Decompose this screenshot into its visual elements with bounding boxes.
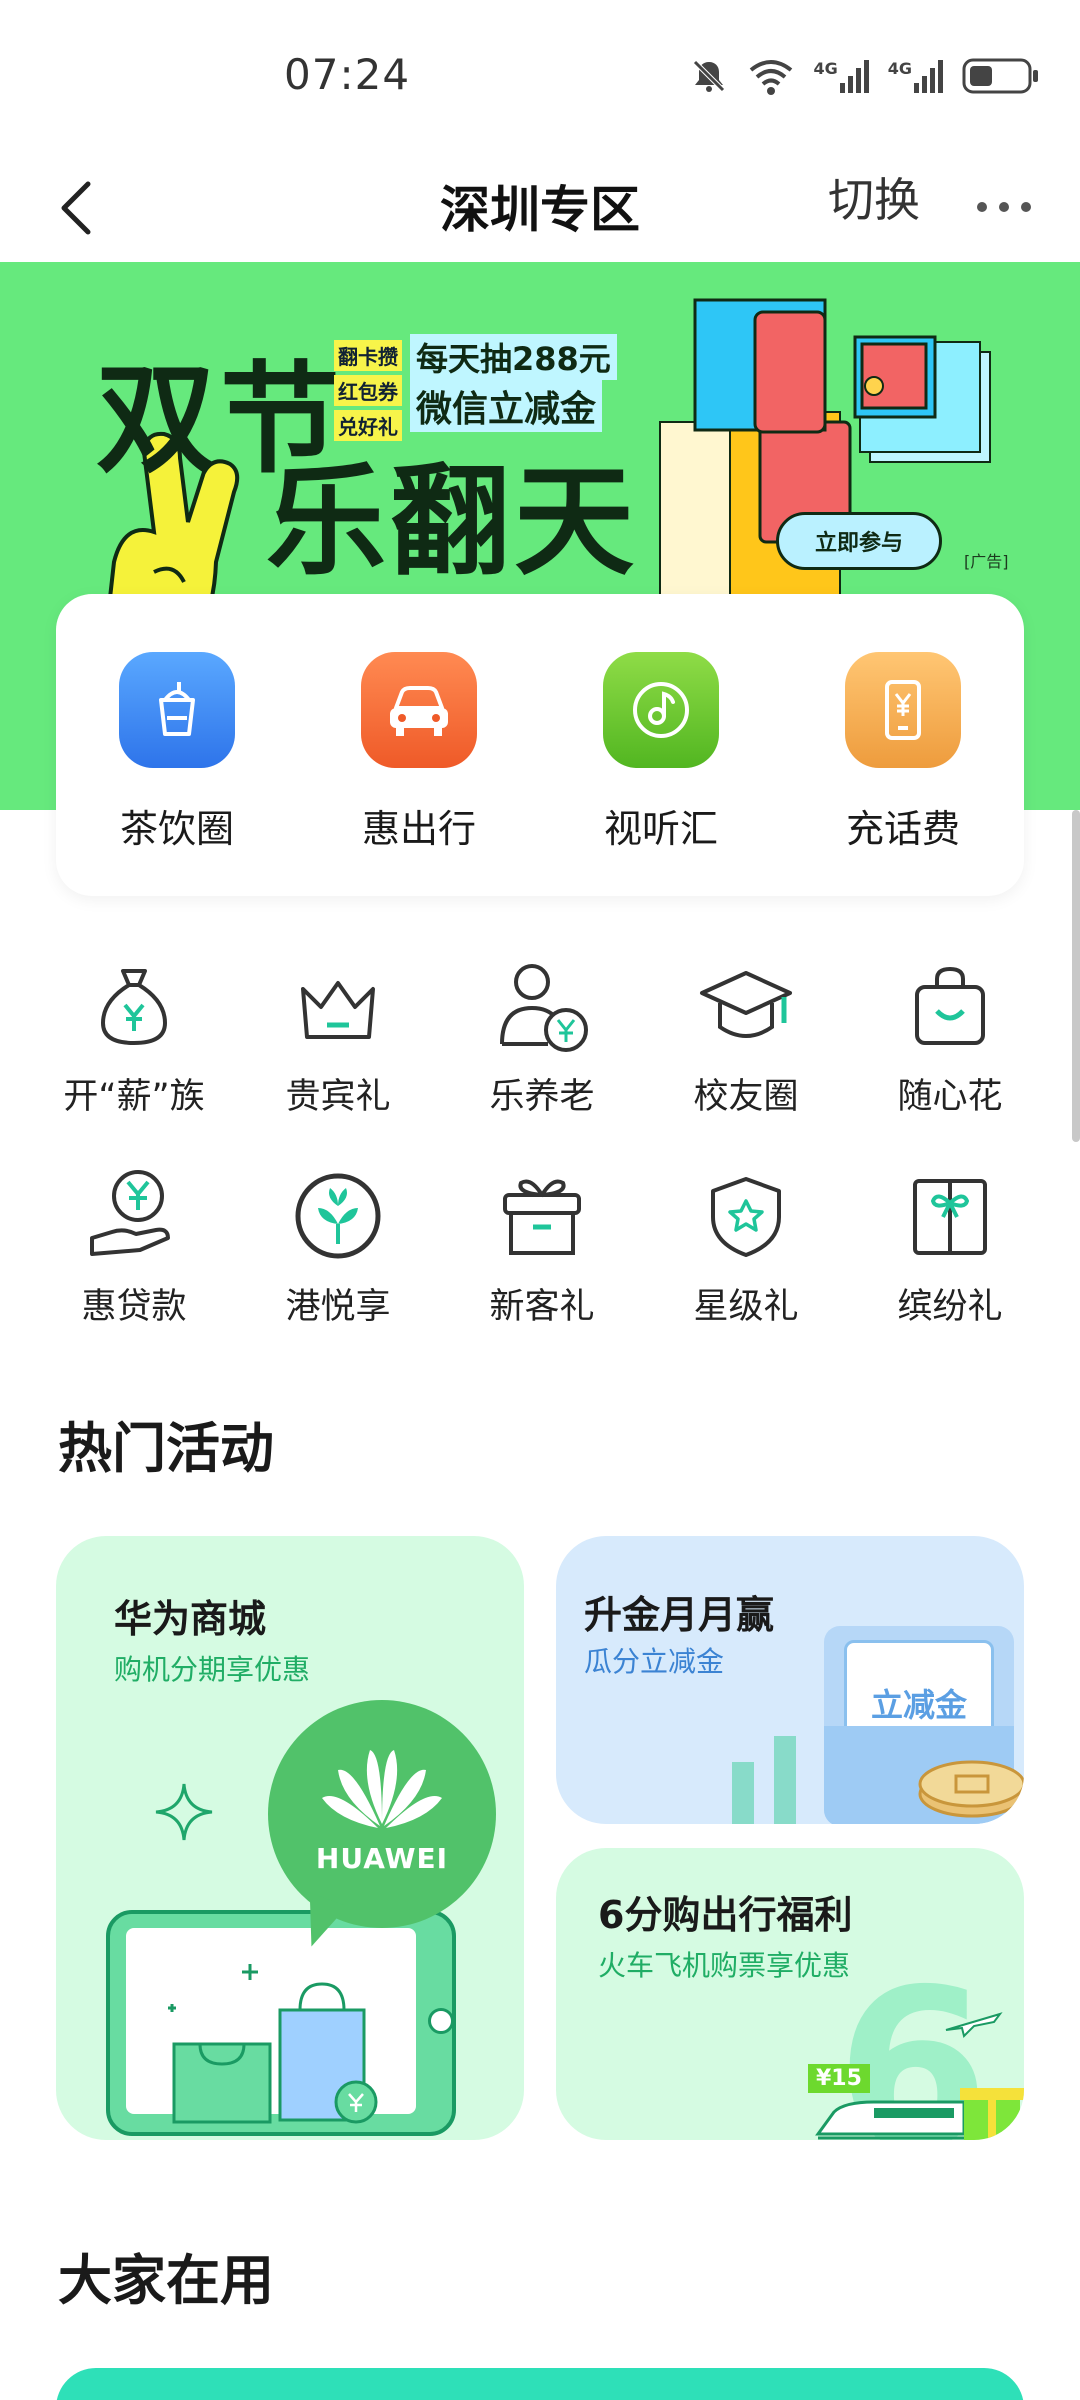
quick-item-travel[interactable]: 惠出行 (298, 594, 540, 896)
wifi-icon (747, 56, 795, 96)
mute-bell-icon (689, 56, 729, 96)
grid-item-colorful[interactable]: 缤纷礼 (848, 1166, 1052, 1376)
card-title: 6分购出行福利 (598, 1893, 853, 1937)
grid-item-star[interactable]: 星级礼 (644, 1166, 848, 1376)
person-coin-icon (492, 956, 592, 1056)
banner-tags: 翻卡攒 红包券 兑好礼 (334, 340, 402, 441)
gift-box-icon (492, 1166, 592, 1266)
grid-item-label: 缤纷礼 (897, 1287, 1003, 1327)
gift-icon (960, 2088, 1024, 2140)
travel-benefit-card[interactable]: 6分购出行福利 火车飞机购票享优惠 6 ¥15 (556, 1848, 1024, 2140)
grid-row: 惠贷款 港悦享 新客礼 星级礼 缤纷礼 (0, 1166, 1080, 1376)
banner-tag: 翻卡攒 (334, 340, 402, 371)
coupon-label: 立减金 (870, 1686, 967, 1724)
more-dot-icon (977, 202, 987, 212)
star-shield-icon (696, 1166, 796, 1266)
grid-item-label: 随心花 (897, 1077, 1003, 1117)
graduation-cap-icon (696, 956, 796, 1056)
quick-item-media[interactable]: 视听汇 (540, 594, 782, 896)
music-note-icon (603, 652, 719, 768)
banner-tag: 红包券 (334, 375, 402, 406)
grid-item-label: 开“薪”族 (63, 1077, 205, 1117)
popular-section-title: 大家在用 (58, 2249, 274, 2312)
status-time: 07:24 (284, 50, 411, 99)
huawei-logo-text: HUAWEI (315, 1842, 449, 1875)
status-bar: 07:24 4G 4G (0, 0, 1080, 150)
grid-item-label: 校友圈 (693, 1077, 799, 1117)
grid-item-label: 新客礼 (489, 1287, 595, 1327)
banner-prize-line1: 每天抽288元 (410, 334, 617, 380)
quick-item-label: 茶饮圈 (119, 807, 234, 851)
grid-item-label: 乐养老 (489, 1077, 595, 1117)
scrollbar[interactable] (1072, 810, 1080, 1142)
huawei-mall-card[interactable]: 华为商城 购机分期享优惠 HUAWEI (56, 1536, 524, 2140)
popular-card[interactable] (56, 2368, 1024, 2400)
signal-4g-icon: 4G (813, 59, 869, 93)
card-subtitle: 购机分期享优惠 (114, 1653, 311, 1686)
gold-monthly-card[interactable]: 升金月月赢 瓜分立减金 立减金 (556, 1536, 1024, 1824)
banner-prize-line2: 微信立减金 (410, 380, 603, 432)
tablet-illustration (106, 1910, 456, 2136)
red-envelope-cards-illustration (630, 292, 1030, 626)
bauhinia-icon (288, 1166, 388, 1266)
banner-tag: 兑好礼 (334, 410, 402, 441)
grid-item-alumni[interactable]: 校友圈 (644, 956, 848, 1166)
grid-item-label: 贵宾礼 (285, 1077, 391, 1117)
battery-icon (962, 56, 1040, 96)
switch-city-button[interactable]: 切换 (828, 164, 920, 230)
present-icon (900, 1166, 1000, 1266)
quick-item-label: 视听汇 (603, 807, 718, 851)
quick-item-phone-bill[interactable]: 充话费 (782, 594, 1024, 896)
card-title: 华为商城 (114, 1597, 267, 1641)
card-subtitle: 火车飞机购票享优惠 (598, 1949, 851, 1982)
crown-icon (288, 956, 388, 1056)
quick-item-tea[interactable]: 茶饮圈 (56, 594, 298, 896)
more-dot-icon (999, 202, 1009, 212)
network-type-label: 4G (813, 59, 838, 78)
card-subtitle: 瓜分立减金 (584, 1645, 725, 1678)
grid-item-hk[interactable]: 港悦享 (236, 1166, 440, 1376)
ad-label: [广告] (964, 552, 1009, 571)
hand-coin-icon (84, 1166, 184, 1266)
grid-row: 开“薪”族 贵宾礼 乐养老 校友圈 随心花 (0, 956, 1080, 1166)
join-now-button[interactable]: 立即参与 (776, 512, 942, 570)
phone-bill-icon (845, 652, 961, 768)
coin-stack-icon (918, 1760, 1024, 1818)
grid-item-spend[interactable]: 随心花 (848, 956, 1052, 1166)
shopping-bag-icon (900, 956, 1000, 1056)
sparkle-icon (155, 1783, 213, 1841)
card-title: 升金月月赢 (584, 1593, 775, 1637)
grid-item-label: 惠贷款 (81, 1287, 187, 1327)
bar-growth-illustration (732, 1736, 796, 1824)
huawei-petal-icon (322, 1750, 442, 1828)
quick-item-label: 惠出行 (361, 807, 476, 851)
tea-cup-icon (119, 652, 235, 768)
grid-item-vip[interactable]: 贵宾礼 (236, 956, 440, 1166)
quick-services-card: 茶饮圈 惠出行 视听汇 充话费 (56, 594, 1024, 896)
nav-bar: 深圳专区 切换 (0, 150, 1080, 260)
money-bag-icon (84, 956, 184, 1056)
grid-item-label: 港悦享 (285, 1287, 391, 1327)
huawei-logo-bubble: HUAWEI (268, 1700, 496, 1954)
more-options-button[interactable] (954, 172, 1054, 242)
grid-item-pension[interactable]: 乐养老 (440, 956, 644, 1166)
grid-item-newcomer[interactable]: 新客礼 (440, 1166, 644, 1376)
quick-item-label: 充话费 (845, 807, 960, 851)
grid-item-label: 星级礼 (693, 1287, 799, 1327)
more-dot-icon (1021, 202, 1031, 212)
car-icon (361, 652, 477, 768)
status-icons: 4G 4G (689, 56, 1040, 96)
signal-4g-icon-2: 4G (888, 59, 944, 93)
hot-activities-title: 热门活动 (58, 1417, 274, 1480)
network-type-label-2: 4G (887, 59, 912, 78)
grid-item-salary[interactable]: 开“薪”族 (32, 956, 236, 1166)
price-tag: ¥15 (808, 2064, 870, 2093)
train-icon (815, 2100, 974, 2140)
plane-icon (945, 2012, 1003, 2038)
banner-title-line2: 乐翻天 (266, 453, 638, 592)
feature-grid: 开“薪”族 贵宾礼 乐养老 校友圈 随心花 惠贷款 港悦享 新客礼 星级礼 缤纷… (0, 956, 1080, 1376)
grid-item-loan[interactable]: 惠贷款 (32, 1166, 236, 1376)
